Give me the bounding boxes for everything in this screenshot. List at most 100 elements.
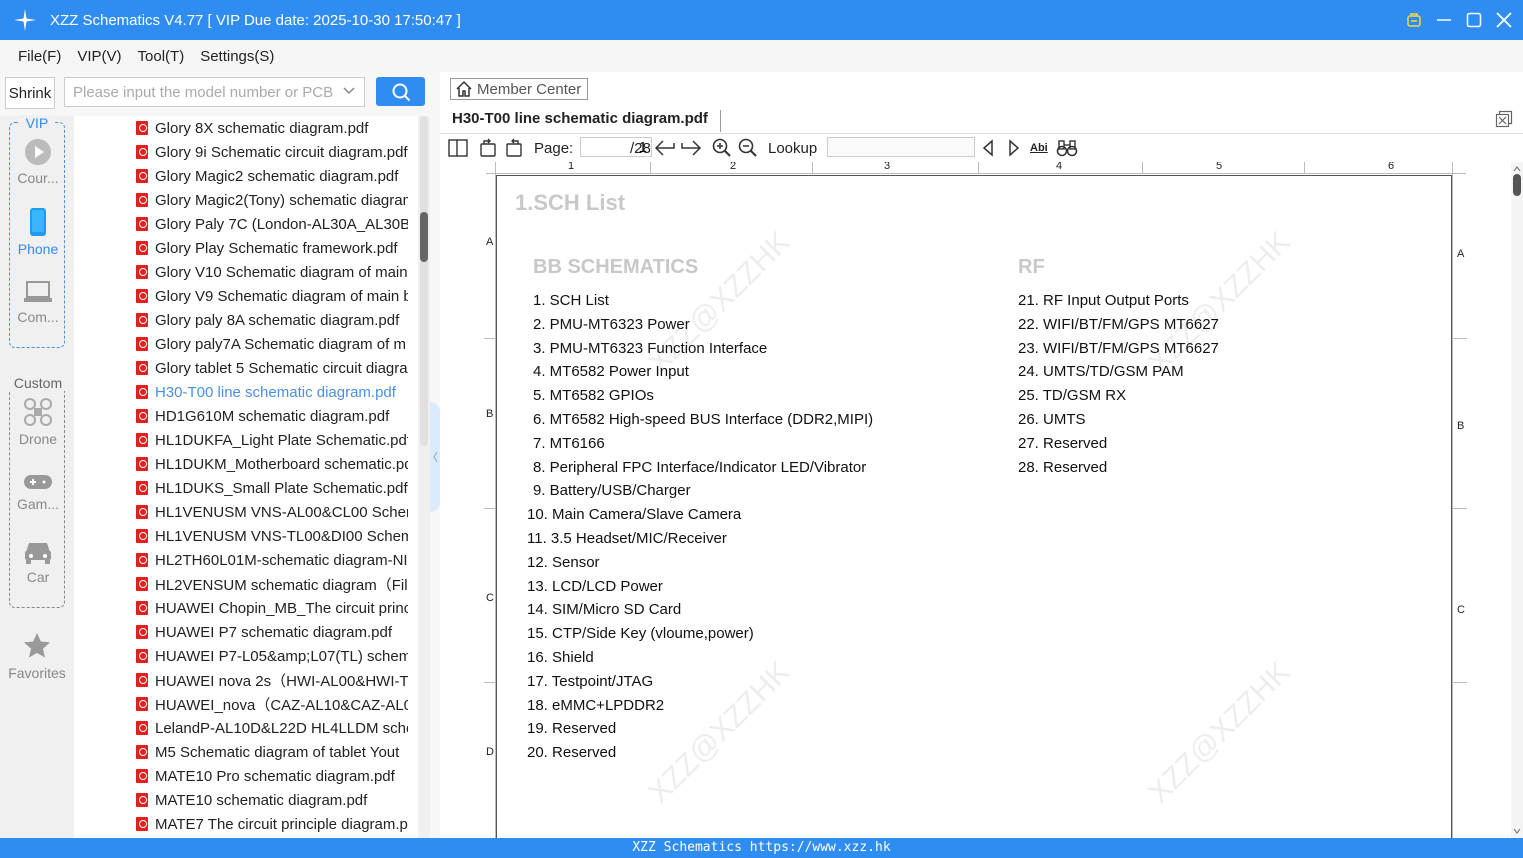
chevron-down-icon[interactable] [342,83,356,101]
rf-heading: RF [1018,256,1045,278]
file-list-item[interactable]: Glory 9i Schematic circuit diagram.pdf [136,140,408,164]
file-name: MATE10 Pro schematic diagram.pdf [155,767,395,785]
vip-bag-icon[interactable] [1405,11,1423,29]
pdf-file-icon [136,649,148,663]
file-list-item[interactable]: Glory Magic2 schematic diagram.pdf [136,164,408,188]
document-scrollbar-thumb[interactable] [1513,174,1521,196]
category-course[interactable]: Cour... [10,127,66,197]
file-list-item[interactable]: HL1VENUSM VNS-TL00&DI00 Schema [136,524,408,548]
menu-file[interactable]: File(F) [18,48,61,65]
category-car[interactable]: Car [10,527,66,597]
zoom-out-icon[interactable] [738,138,758,158]
file-name: MATE10 schematic diagram.pdf [155,791,368,809]
schematic-sheet: XZZ@XZZHK XZZ@XZZHK XZZ@XZZHK XZZ@XZZHK … [496,175,1452,838]
pdf-viewer: Member Center H30-T00 line schematic dia… [440,72,1523,838]
file-list-item[interactable]: M5 Schematic diagram of tablet Yout [136,740,408,764]
title-bar: XZZ Schematics V4.77 [ VIP Due date: 202… [0,0,1523,40]
category-computer[interactable]: Com... [10,267,66,337]
file-name: Glory Magic2 schematic diagram.pdf [155,167,399,185]
top-ruler: 1 2 3 4 5 6 [486,162,1466,174]
category-drone[interactable]: Drone [10,387,66,457]
member-center-button[interactable]: Member Center [450,78,588,100]
zoom-in-icon[interactable] [712,138,732,158]
file-list-item[interactable]: HL2TH60L01M-schematic diagram-NI [136,548,408,572]
file-list-item[interactable]: MATE10 schematic diagram.pdf [136,788,408,812]
shrink-button[interactable]: Shrink [5,77,55,109]
file-list-item[interactable]: HL1DUKM_Motherboard schematic.pdf [136,452,408,476]
search-button[interactable] [376,77,425,106]
file-list-item[interactable]: HL1VENUSM VNS-AL00&CL00 Schem [136,500,408,524]
phone-icon [30,208,46,236]
file-list-item[interactable]: Glory Play Schematic framework.pdf [136,236,408,260]
menu-vip[interactable]: VIP(V) [77,48,121,65]
menu-tool[interactable]: Tool(T) [138,48,185,65]
watermark: XZZ@XZZHK [642,225,797,380]
watermark: XZZ@XZZHK [1142,655,1297,810]
file-list-scrollbar[interactable] [418,116,430,838]
scroll-down-icon [1513,828,1521,834]
binoculars-icon[interactable] [1056,138,1078,158]
file-name: HL1VENUSM VNS-AL00&CL00 Schem [155,503,408,521]
car-icon [25,543,51,564]
find-next-icon[interactable] [1006,138,1022,158]
match-case-icon[interactable]: Abi [1030,138,1048,158]
close-icon[interactable] [1495,11,1513,29]
document-scrollbar[interactable] [1511,162,1523,838]
file-list-item[interactable]: HL1DUKFA_Light Plate Schematic.pdf [136,428,408,452]
rotate-right-icon[interactable] [504,138,524,158]
scrollbar-thumb[interactable] [420,212,428,262]
previous-page-icon[interactable] [654,138,676,158]
sheet-list-item: 12. Sensor [527,553,600,571]
file-list-item[interactable]: Glory paly7A Schematic diagram of m [136,332,408,356]
sheet-list-item: 13. LCD/LCD Power [527,577,663,595]
menu-settings[interactable]: Settings(S) [200,48,274,65]
rotate-left-icon[interactable] [478,138,498,158]
document-canvas[interactable]: 1 2 3 4 5 6 A B C D A B C XZZ@XZZHK XZZ@… [440,162,1523,838]
file-list-item[interactable]: HUAWEI P7-L05&amp;L07(TL) schema [136,644,408,668]
file-list-item[interactable]: HUAWEI_nova（CAZ-AL10&CAZ-AL0 [136,692,408,716]
next-page-icon[interactable] [680,138,702,158]
document-tab[interactable]: H30-T00 line schematic diagram.pdf [452,110,721,132]
file-list-item[interactable]: MATE7 The circuit principle diagram.p [136,812,408,836]
category-game[interactable]: Gam... [10,457,66,527]
file-list-item[interactable]: HUAWEI nova 2s（HWI-AL00&HWI-TI [136,668,408,692]
file-list-item[interactable]: Glory V10 Schematic diagram of main [136,260,408,284]
sheet-list-item: 28. Reserved [1018,458,1108,476]
file-list-item[interactable]: Glory Paly 7C (London-AL30A_AL30B_ [136,212,408,236]
sheet-list-item: 9. Battery/USB/Charger [533,482,691,500]
file-list-item[interactable]: HL1DUKS_Small Plate Schematic.pdf [136,476,408,500]
minimize-icon[interactable] [1435,11,1453,29]
file-list-item[interactable]: HUAWEI P7 schematic diagram.pdf [136,620,408,644]
file-list-item[interactable]: MATE10 Pro schematic diagram.pdf [136,764,408,788]
sheet-list-item: 21. RF Input Output Ports [1018,292,1189,309]
find-previous-icon[interactable] [980,138,996,158]
watermark: XZZ@XZZHK [642,655,797,810]
file-list-item[interactable]: LelandP-AL10D&L22D HL4LLDM sche [136,716,408,740]
pdf-file-icon [136,169,148,183]
lookup-input[interactable] [827,137,975,157]
file-name: HUAWEI Chopin_MB_The circuit princ [155,599,408,617]
toggle-sidebar-icon[interactable] [448,138,468,158]
file-list-item[interactable]: H30-T00 line schematic diagram.pdf [136,380,408,404]
model-search-input[interactable]: Please input the model number or PCB [64,77,365,107]
maximize-icon[interactable] [1465,11,1483,29]
pdf-file-icon [136,145,148,159]
category-phone[interactable]: Phone [10,197,66,267]
file-list-item[interactable]: HL2VENSUM schematic diagram（File [136,572,408,596]
favorites-button[interactable]: Favorites [0,626,74,686]
menu-bar: File(F) VIP(V) Tool(T) Settings(S) [0,40,1523,72]
file-list-item[interactable]: Glory 8X schematic diagram.pdf [136,116,408,140]
panel-splitter-handle[interactable] [430,402,440,512]
document-tabs: H30-T00 line schematic diagram.pdf [440,106,1523,134]
file-list-item[interactable]: Glory V9 Schematic diagram of main b [136,284,408,308]
sheet-list-item: 23. WIFI/BT/FM/GPS MT6627 [1018,339,1219,357]
file-list-item[interactable]: HD1G610M schematic diagram.pdf [136,404,408,428]
pdf-file-icon [136,529,148,543]
file-list-item[interactable]: Glory paly 8A schematic diagram.pdf [136,308,408,332]
right-ruler: A B C [1452,162,1467,838]
file-list-item[interactable]: Glory Magic2(Tony) schematic diagram.pdf [136,188,408,212]
restore-window-icon[interactable] [1495,110,1513,133]
file-list-item[interactable]: HUAWEI Chopin_MB_The circuit princ [136,596,408,620]
file-list-item[interactable]: Glory tablet 5 Schematic circuit diagra [136,356,408,380]
file-name: HUAWEI nova 2s（HWI-AL00&HWI-TI [155,672,408,690]
